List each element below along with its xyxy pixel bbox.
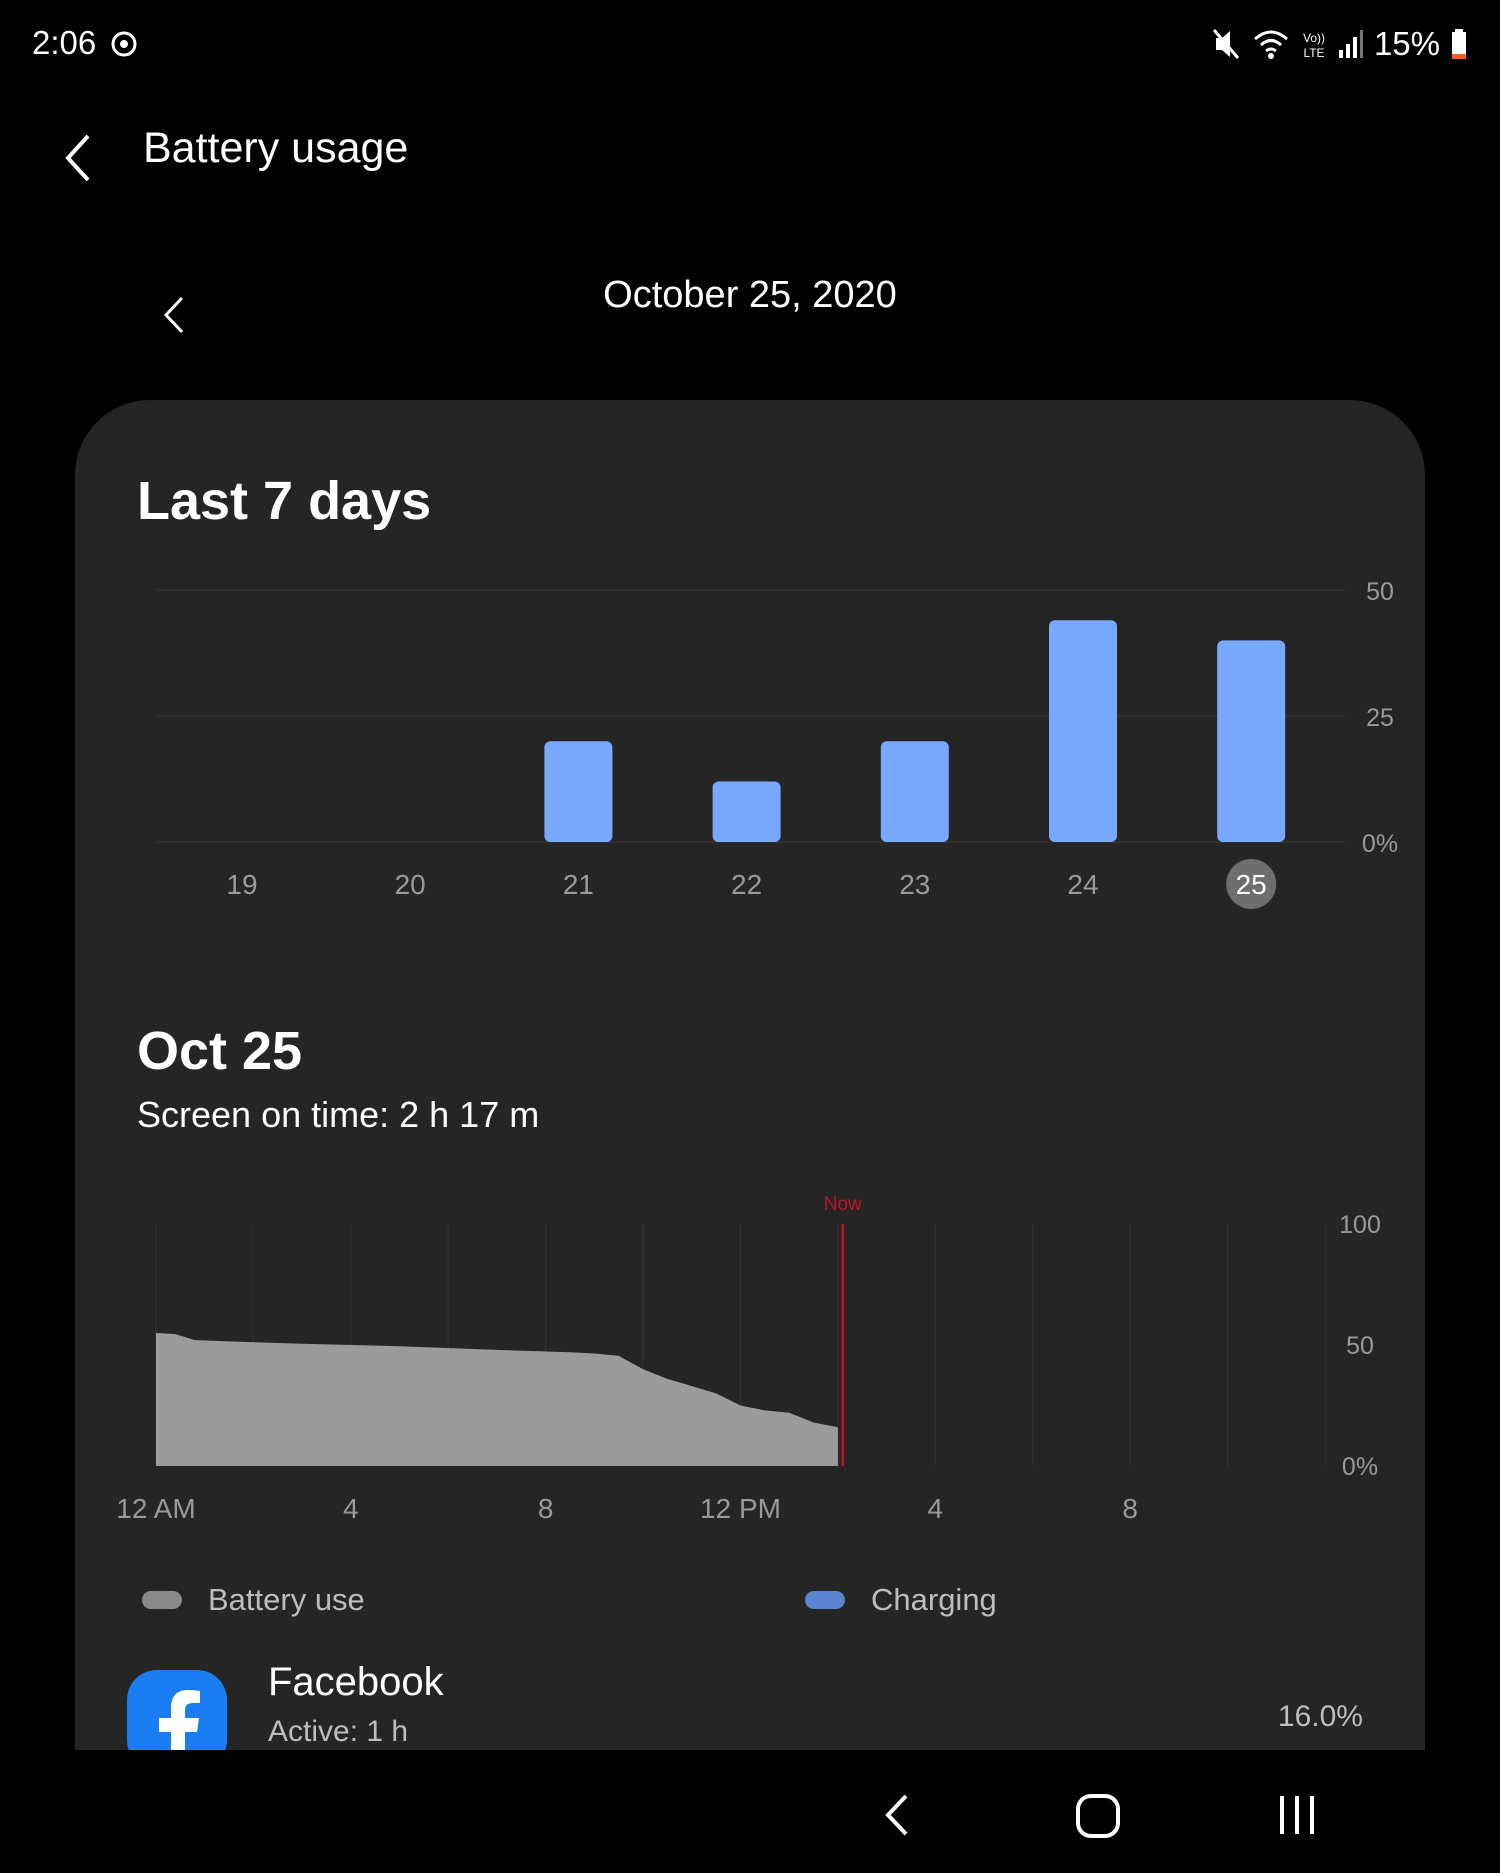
battery-use-swatch [142,1591,182,1609]
bar [1217,640,1286,842]
page-title: Battery usage [143,124,409,172]
legend-battery-use: Battery use [142,1580,365,1620]
x-tick-label: 12 PM [700,1493,781,1524]
daily-area-chart-svg: Now 0% 50 100 12 AM 4 8 12 PM 4 8 [116,1194,1381,1524]
battery-icon [1452,29,1466,59]
status-bar: 2:06 Vo)) LTE 15% [0,0,1500,90]
y-tick-label: 25 [1366,704,1394,732]
nav-recents-icon[interactable] [1276,1792,1318,1838]
daily-title: Oct 25 [137,1021,303,1081]
x-tick-label: 4 [343,1493,359,1524]
x-tick-label: 19 [226,869,257,900]
x-tick-label: 8 [1122,1493,1138,1524]
sync-icon [111,31,137,57]
navigation-bar [0,1750,1500,1873]
date-label: October 25, 2020 [603,274,897,316]
x-tick-label: 20 [395,869,426,900]
status-icons: Vo)) LTE 15% [1212,24,1468,64]
x-tick-label: 24 [1067,869,1098,900]
svg-text:Vo)): Vo)) [1303,31,1325,45]
legend-battery-use-label: Battery use [208,1582,365,1617]
app-name: Facebook [268,1660,444,1704]
weekly-bar-chart-svg: 0% 25 50 19 20 21 22 23 24 25 [157,578,1398,909]
mute-vibrate-icon [1212,29,1240,59]
date-navigator: October 25, 2020 [0,260,1500,340]
y-tick-label: 0% [1362,830,1398,858]
x-tick-label: 21 [563,869,594,900]
bar [712,781,781,842]
now-label: Now [824,1194,862,1215]
bar [1049,620,1117,842]
nav-back-icon[interactable] [880,1792,916,1838]
usage-card: Last 7 days 0% 25 50 19 20 21 22 23 24 25 Oct 25 … [75,400,1425,1750]
nav-home-icon[interactable] [1074,1792,1122,1840]
svg-text:LTE: LTE [1303,46,1324,60]
weekly-title: Last 7 days [137,471,432,531]
y-tick-label: 50 [1366,578,1394,606]
y-tick-label: 0% [1342,1453,1378,1481]
volte-icon: Vo)) LTE [1303,31,1325,60]
app-active-time: Active: 1 h [268,1715,409,1748]
legend-charging-label: Charging [871,1582,997,1617]
list-item[interactable]: Facebook Active: 1 h 16.0% [75,1645,1425,1750]
bar [544,741,613,842]
y-tick-label: 50 [1346,1332,1374,1360]
x-tick-label: 23 [899,869,930,900]
signal-icon [1338,30,1363,58]
x-tick-label: 8 [538,1493,554,1524]
x-tick-label: 25 [1236,869,1267,900]
app-bar: Battery usage [0,110,1500,230]
bar [880,741,949,842]
daily-area-chart: Now 0% 50 100 12 AM 4 8 12 PM 4 8 [75,1180,1425,1540]
back-arrow-icon[interactable] [58,130,106,186]
app-usage-percent: 16.0% [1277,1700,1363,1733]
x-tick-label: 22 [731,869,762,900]
status-time: 2:06 [32,24,97,61]
x-tick-label: 4 [928,1493,944,1524]
wifi-icon [1253,30,1288,59]
charging-swatch [805,1591,845,1609]
battery-percent: 15% [1373,25,1440,62]
x-tick-label: 12 AM [116,1493,195,1524]
y-tick-label: 100 [1339,1211,1381,1239]
screen-on-time: Screen on time: 2 h 17 m [137,1094,540,1135]
battery-level-area [156,1332,838,1466]
facebook-icon [127,1670,227,1750]
weekly-bar-chart: 0% 25 50 19 20 21 22 23 24 25 [75,570,1425,930]
legend-charging: Charging [805,1580,997,1620]
